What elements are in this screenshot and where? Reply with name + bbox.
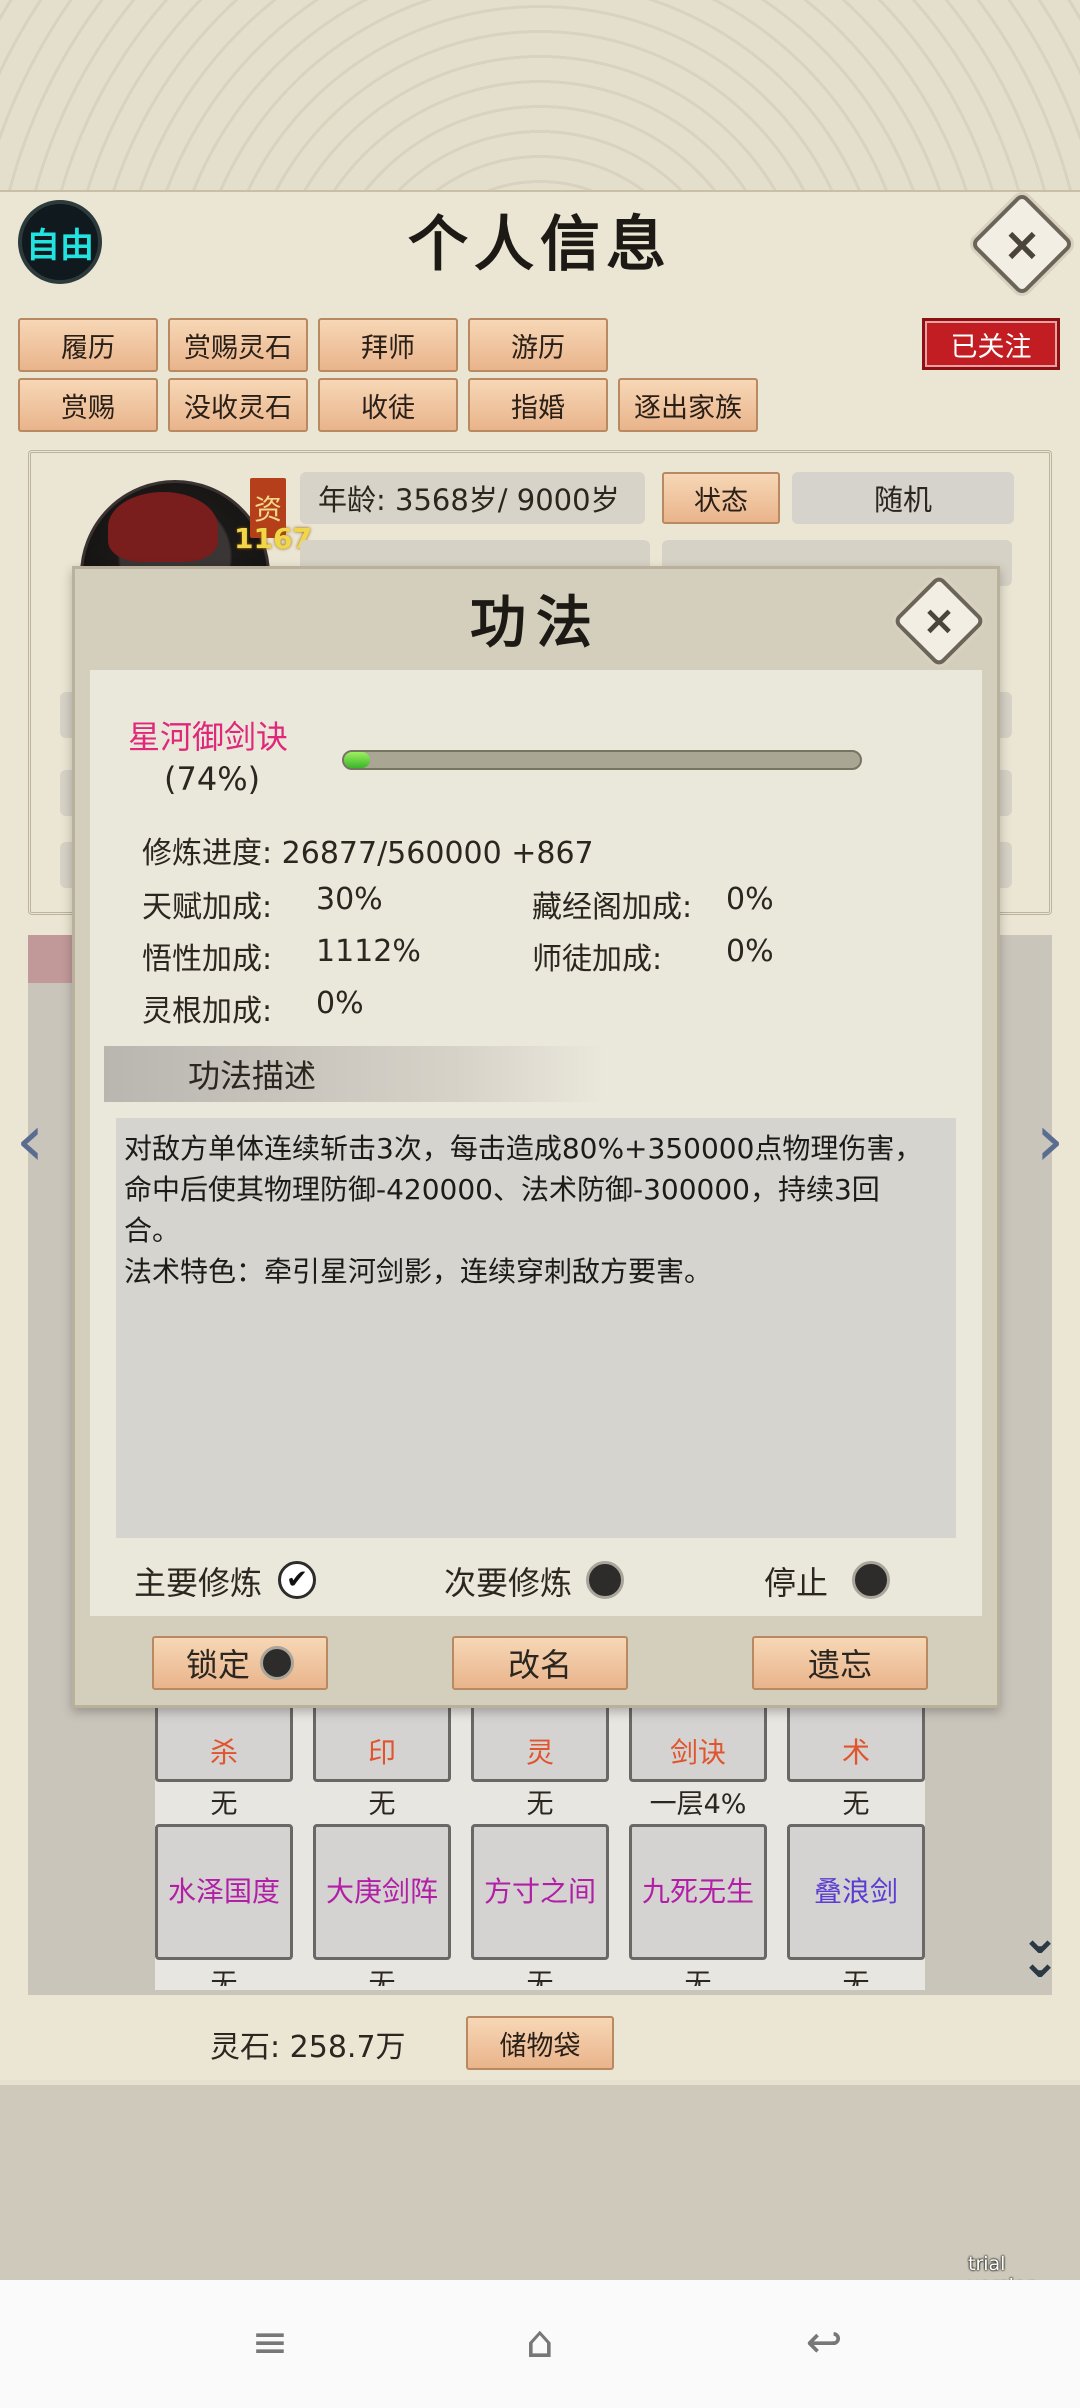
- follow-button[interactable]: 已关注: [922, 318, 1060, 370]
- skill-name: 杀: [209, 1736, 238, 1769]
- cultivation-progress-bar: [342, 750, 862, 770]
- description-box: 对敌方单体连续斩击3次，每击造成80%+350000点物理伤害， 命中后使其物理…: [116, 1118, 956, 1538]
- skill-level: 无: [842, 1969, 870, 1986]
- skill-level: 无: [526, 1969, 554, 1986]
- travel-button[interactable]: 游历: [468, 318, 608, 372]
- arrange-marriage-button[interactable]: 指婚: [468, 378, 608, 432]
- chevron-double-down-icon[interactable]: ⌄ ⌄: [1008, 1913, 1072, 1995]
- skill-level: 无: [210, 1789, 238, 1820]
- history-button[interactable]: 履历: [18, 318, 158, 372]
- description-header: 功法描述: [104, 1046, 604, 1102]
- apprentice-button[interactable]: 拜师: [318, 318, 458, 372]
- description-line: 法术特色：牵引星河剑影，连续穿刺敌方要害。: [124, 1255, 713, 1288]
- close-icon: ×: [1002, 217, 1042, 271]
- back-icon[interactable]: ↩: [784, 2312, 864, 2372]
- age-field: 年龄: 3568岁/ 9000岁: [300, 472, 645, 524]
- confiscate-stones-button[interactable]: 没收灵石: [168, 378, 308, 432]
- spirit-stones-count: 灵石: 258.7万: [210, 2030, 406, 2065]
- skill-slot[interactable]: 杀: [155, 1700, 293, 1782]
- primary-cultivation-label: 主要修炼: [134, 1564, 263, 1602]
- next-arrow-icon[interactable]: ›: [1028, 1098, 1072, 1182]
- lock-toggle-icon: [260, 1646, 294, 1680]
- technique-name: 星河御剑诀: [128, 718, 289, 756]
- stop-radio[interactable]: [852, 1561, 890, 1599]
- skill-level: 无: [684, 1969, 712, 1986]
- comprehension-value: 1112%: [316, 934, 421, 969]
- skill-name: 剑诀: [669, 1736, 726, 1769]
- check-icon: ✔: [286, 1565, 308, 1595]
- skill-name: 九死无生: [641, 1875, 754, 1908]
- skill-slot[interactable]: 九死无生: [629, 1824, 767, 1960]
- description-line: 合。: [124, 1214, 181, 1247]
- secondary-cultivation-radio[interactable]: [586, 1561, 624, 1599]
- skill-level: 无: [368, 1789, 396, 1820]
- mentor-label: 师徒加成:: [532, 942, 663, 977]
- skill-slot[interactable]: 大庚剑阵: [313, 1824, 451, 1960]
- skill-slot[interactable]: 叠浪剑: [787, 1824, 925, 1960]
- skill-name: 印: [367, 1736, 396, 1769]
- close-icon: ×: [922, 598, 956, 644]
- spirit-root-value: 0%: [316, 986, 364, 1021]
- random-button[interactable]: 随机: [792, 472, 1014, 524]
- status-button[interactable]: 状态: [662, 472, 780, 524]
- skill-slot[interactable]: 术: [787, 1700, 925, 1782]
- skill-slot[interactable]: 方寸之间: [471, 1824, 609, 1960]
- talent-label: 天赋加成:: [142, 890, 273, 925]
- primary-cultivation-radio[interactable]: ✔: [278, 1561, 316, 1599]
- skill-name: 大庚剑阵: [325, 1875, 438, 1908]
- forget-button[interactable]: 遗忘: [752, 1636, 928, 1690]
- bottom-strip: [0, 2085, 1080, 2280]
- skill-slot[interactable]: 剑诀: [629, 1700, 767, 1782]
- skill-level: 无: [526, 1789, 554, 1820]
- talent-value: 30%: [316, 882, 383, 917]
- rename-button[interactable]: 改名: [452, 1636, 628, 1690]
- avatar-hair: [108, 492, 218, 562]
- skill-level: 无: [210, 1969, 238, 1986]
- stop-label: 停止: [764, 1564, 829, 1602]
- dialog-title: 功法: [470, 590, 602, 656]
- skill-slot[interactable]: 水泽国度: [155, 1824, 293, 1960]
- skill-name: 术: [841, 1736, 870, 1769]
- prev-arrow-icon[interactable]: ‹: [8, 1098, 52, 1182]
- library-value: 0%: [726, 882, 774, 917]
- skill-level: 无: [368, 1969, 396, 1986]
- menu-icon[interactable]: ≡: [230, 2312, 310, 2372]
- skill-slot[interactable]: 灵: [471, 1700, 609, 1782]
- skill-name: 方寸之间: [483, 1875, 596, 1908]
- lock-button-label: 锁定: [185, 1646, 250, 1684]
- home-icon[interactable]: ⌂: [500, 2312, 580, 2372]
- reward-stones-button[interactable]: 赏赐灵石: [168, 318, 308, 372]
- skill-level: 一层4%: [649, 1789, 747, 1820]
- comprehension-label: 悟性加成:: [142, 942, 273, 977]
- mentor-value: 0%: [726, 934, 774, 969]
- expel-family-button[interactable]: 逐出家族: [618, 378, 758, 432]
- technique-percent: (74%): [164, 760, 261, 798]
- take-disciple-button[interactable]: 收徒: [318, 378, 458, 432]
- secondary-cultivation-label: 次要修炼: [444, 1564, 573, 1602]
- skill-name: 灵: [525, 1736, 554, 1769]
- mode-badge[interactable]: 自由: [18, 200, 102, 284]
- skill-name: 叠浪剑: [813, 1875, 898, 1908]
- reward-button[interactable]: 赏赐: [18, 378, 158, 432]
- library-label: 藏经阁加成:: [532, 890, 693, 925]
- skill-slot[interactable]: 印: [313, 1700, 451, 1782]
- description-line: 命中后使其物理防御-420000、法术防御-300000，持续3回: [124, 1173, 880, 1206]
- skill-name: 水泽国度: [167, 1875, 280, 1908]
- skill-level: 无: [842, 1789, 870, 1820]
- description-line: 对敌方单体连续斩击3次，每击造成80%+350000点物理伤害，: [124, 1132, 923, 1165]
- progress-fill: [344, 752, 370, 768]
- storage-bag-button[interactable]: 储物袋: [466, 2016, 614, 2070]
- cultivation-progress-text: 修炼进度: 26877/560000 +867: [142, 836, 594, 871]
- spirit-root-label: 灵根加成:: [142, 994, 273, 1029]
- page-title: 个人信息: [408, 210, 672, 280]
- lock-button[interactable]: 锁定: [152, 1636, 328, 1690]
